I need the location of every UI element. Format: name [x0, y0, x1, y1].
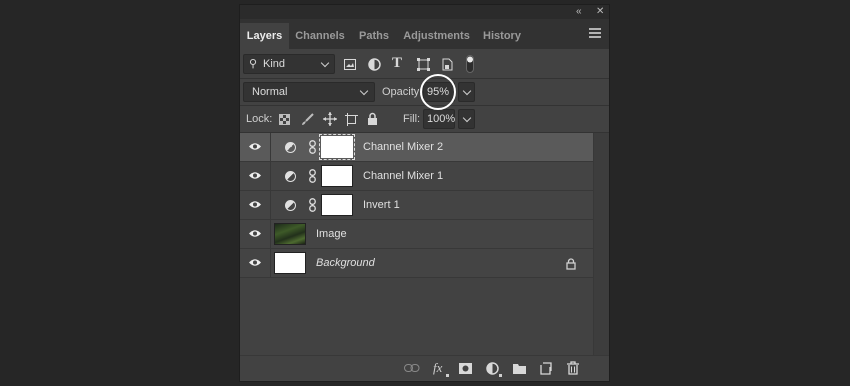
fill-label: Fill: — [403, 113, 421, 125]
double-chevron-left-icon[interactable]: « — [576, 6, 582, 18]
layer-row[interactable]: Image — [240, 220, 593, 249]
layer-image-thumbnail[interactable] — [274, 252, 306, 274]
new-adjustment-icon[interactable] — [486, 362, 499, 375]
lock-image-pixels-icon[interactable] — [301, 113, 314, 126]
layers-list: Channel Mixer 2 Channel Mixer 1 Invert 1 — [240, 133, 593, 363]
layer-mask-thumbnail[interactable] — [321, 165, 353, 187]
mask-link-icon[interactable] — [309, 140, 316, 154]
opacity-dropdown-button[interactable] — [458, 82, 475, 102]
lock-artboard-icon[interactable] — [345, 113, 358, 126]
layers-panel: « ✕ Layers Channels Paths Adjustments Hi… — [239, 4, 610, 382]
lock-position-icon[interactable] — [323, 112, 337, 126]
eye-icon — [249, 172, 261, 179]
fill-value: 100% — [427, 113, 456, 125]
tab-history[interactable]: History — [476, 23, 528, 49]
tab-layers[interactable]: Layers — [240, 23, 289, 49]
lock-all-icon[interactable] — [367, 112, 378, 126]
filter-row: ⚲ Kind T — [240, 49, 609, 79]
layer-row[interactable]: Background — [240, 249, 593, 278]
eye-icon — [249, 230, 261, 237]
search-icon: ⚲ — [249, 58, 258, 70]
layer-row[interactable]: Invert 1 — [240, 191, 593, 220]
lock-icon[interactable] — [566, 258, 576, 270]
layer-name[interactable]: Invert 1 — [363, 199, 400, 211]
visibility-toggle[interactable] — [240, 133, 271, 161]
close-icon[interactable]: ✕ — [596, 6, 604, 18]
tab-adjustments[interactable]: Adjustments — [398, 23, 475, 49]
layer-row[interactable]: Channel Mixer 1 — [240, 162, 593, 191]
visibility-toggle[interactable] — [240, 191, 271, 219]
layers-bottom-toolbar: fx — [240, 355, 609, 381]
visibility-toggle[interactable] — [240, 220, 271, 248]
kind-filter-label: Kind — [263, 58, 286, 70]
mask-link-icon[interactable] — [309, 169, 316, 183]
fill-input[interactable]: 100% — [423, 109, 455, 129]
fill-dropdown-button[interactable] — [458, 109, 475, 129]
type-filter-icon[interactable]: T — [392, 55, 402, 72]
lock-row: Lock: Fill: 100% — [240, 106, 609, 133]
blend-mode-value: Normal — [252, 86, 288, 98]
chevron-down-icon — [359, 86, 369, 96]
filter-toggle-icon[interactable] — [466, 55, 474, 73]
layer-image-thumbnail[interactable] — [274, 223, 306, 245]
tab-channels[interactable]: Channels — [290, 23, 350, 49]
link-layers-icon[interactable] — [404, 364, 420, 372]
blend-mode-select[interactable]: Normal — [243, 82, 375, 102]
visibility-toggle[interactable] — [240, 249, 271, 277]
adjustment-layer-icon — [285, 142, 296, 153]
eye-icon — [249, 143, 261, 150]
lock-label: Lock: — [246, 113, 273, 125]
mask-link-icon[interactable] — [309, 198, 316, 212]
adjustment-menu-indicator — [499, 374, 502, 377]
chevron-down-icon — [462, 86, 472, 96]
adjustment-layer-icon — [285, 171, 296, 182]
layer-name[interactable]: Channel Mixer 1 — [363, 170, 443, 182]
eye-icon — [249, 201, 261, 208]
layer-mask-thumbnail[interactable] — [319, 134, 355, 160]
panel-tabs: Layers Channels Paths Adjustments Histor… — [240, 19, 609, 49]
smart-object-filter-icon[interactable] — [442, 58, 453, 71]
layer-name[interactable]: Image — [316, 228, 347, 240]
chevron-down-icon — [320, 58, 330, 68]
adjustment-layer-icon — [285, 200, 296, 211]
layer-name[interactable]: Channel Mixer 2 — [363, 141, 443, 153]
new-group-icon[interactable] — [513, 363, 526, 374]
kind-filter-select[interactable]: ⚲ Kind — [243, 54, 335, 74]
layer-name[interactable]: Background — [316, 257, 375, 269]
fx-icon[interactable]: fx — [433, 360, 442, 376]
chevron-down-icon — [462, 113, 472, 123]
visibility-toggle[interactable] — [240, 162, 271, 190]
fx-menu-indicator — [446, 374, 449, 377]
new-layer-icon[interactable] — [540, 362, 552, 375]
add-mask-icon[interactable] — [459, 363, 472, 374]
delete-icon[interactable] — [567, 361, 579, 375]
opacity-highlight-circle — [420, 74, 456, 110]
panel-titlebar: « ✕ — [240, 5, 609, 19]
adjustment-filter-icon[interactable] — [368, 58, 381, 71]
shape-filter-icon[interactable] — [417, 58, 430, 71]
tab-paths[interactable]: Paths — [351, 23, 397, 49]
lock-transparent-pixels-icon[interactable] — [279, 114, 290, 125]
layer-row[interactable]: Channel Mixer 2 — [240, 133, 593, 162]
eye-icon — [249, 259, 261, 266]
image-filter-icon[interactable] — [344, 59, 356, 70]
panel-menu-icon[interactable] — [589, 28, 601, 38]
layers-scrollbar[interactable] — [593, 133, 609, 363]
opacity-label: Opacity: — [382, 86, 423, 98]
layer-mask-thumbnail[interactable] — [321, 194, 353, 216]
